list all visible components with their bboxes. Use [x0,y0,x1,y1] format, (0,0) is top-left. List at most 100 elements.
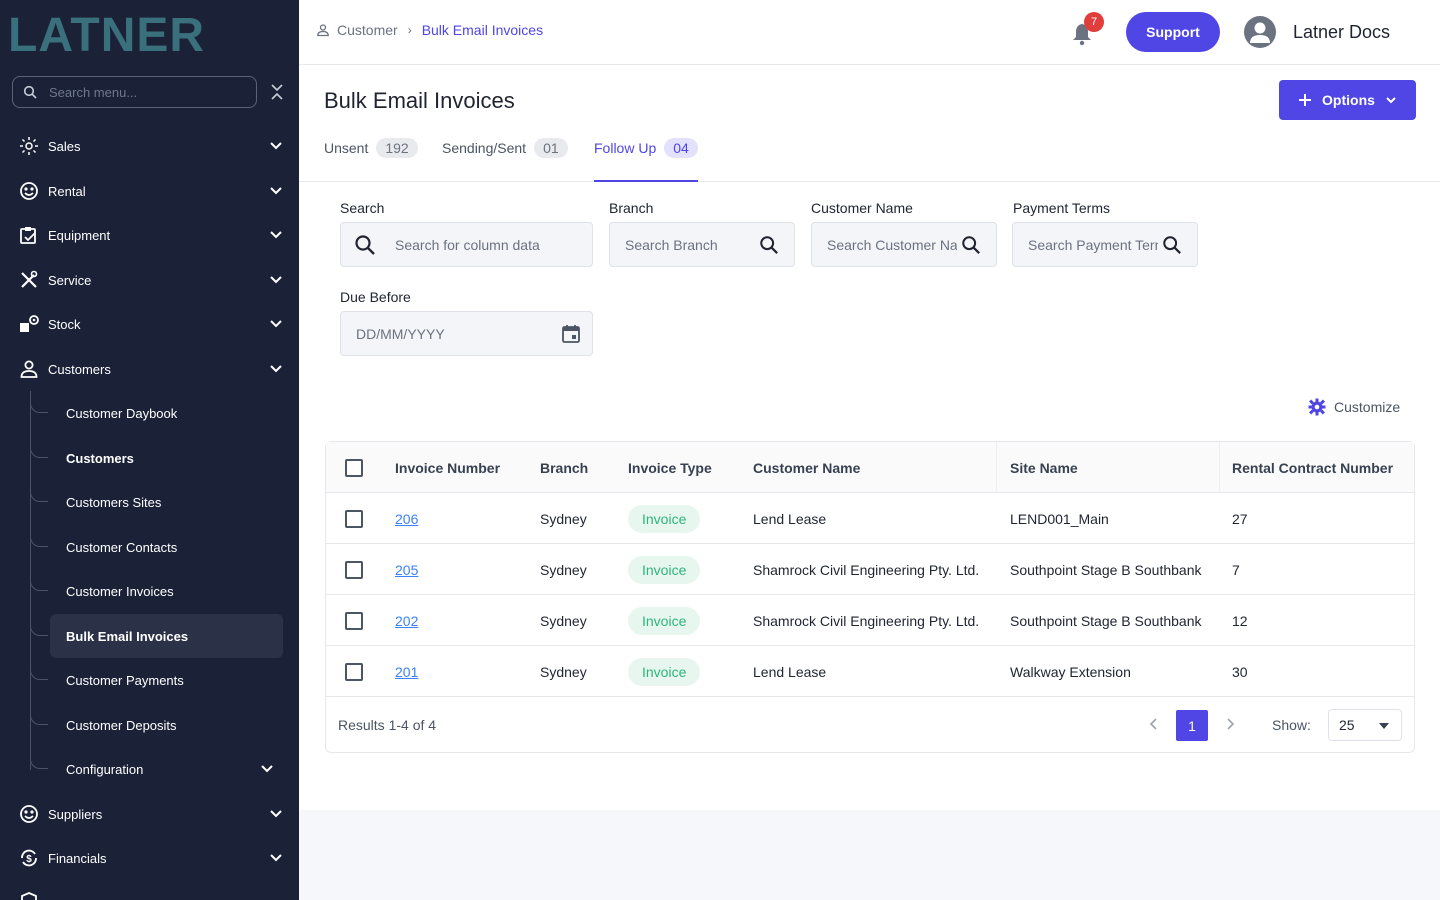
stock-icon [18,313,40,335]
suppliers-icon [18,803,40,825]
sidebar-subitem-label: Configuration [66,761,144,777]
branch-cell: Sydney [540,663,587,680]
tree-connector [30,569,48,591]
calendar-icon[interactable] [561,324,581,344]
menu-search-box[interactable] [12,76,257,108]
gear-icon [1308,398,1326,416]
due-before-label: Due Before [340,289,411,305]
payment-terms-input[interactable] [1028,236,1158,253]
site-name-cell: Southpoint Stage B Southbank [1010,612,1202,629]
sidebar-item-service[interactable]: Service [18,267,288,293]
search-field[interactable] [340,222,593,267]
invoice-type-badge: Invoice [628,555,701,584]
sidebar-subitem-customers[interactable]: Customers [30,436,283,480]
row-checkbox[interactable] [345,662,363,681]
sidebar-subitem-label: Customers [66,450,134,466]
sidebar-item-financials[interactable]: $ Financials [18,845,288,871]
sidebar-item-label: Stock [48,316,81,332]
breadcrumb-customer[interactable]: Customer [337,22,398,38]
sidebar-item-partial[interactable] [18,888,288,900]
sidebar-subitem-label: Customer Payments [66,672,184,688]
sidebar-item-rental[interactable]: Rental [18,178,288,204]
page-size-value: 25 [1339,717,1355,733]
options-label: Options [1322,92,1375,108]
chevron-down-icon [270,810,282,818]
menu-search-input[interactable] [49,84,239,100]
top-bar: Customer › Bulk Email Invoices 7 Support… [299,0,1440,65]
tab-follow-up[interactable]: Follow Up 04 [594,138,698,182]
page-size-select[interactable]: 25 [1328,709,1402,741]
sidebar-item-customers[interactable]: Customers [18,356,288,382]
invoice-table: Invoice Number Branch Invoice Type Custo… [325,441,1415,753]
customer-name-cell: Lend Lease [753,510,827,527]
row-checkbox[interactable] [345,611,363,630]
sidebar-subitem-bulk-email-invoices[interactable]: Bulk Email Invoices [30,614,283,658]
row-checkbox[interactable] [345,560,363,579]
search-icon[interactable] [759,235,779,255]
sidebar-item-sales[interactable]: Sales [18,133,288,159]
sidebar-subitem-customer-daybook[interactable]: Customer Daybook [30,391,283,435]
column-header[interactable]: Site Name [1010,442,1078,493]
tree-connector [30,658,48,680]
payment-terms-field[interactable] [1012,222,1198,267]
column-header[interactable]: Invoice Type [628,442,712,493]
customer-name-field[interactable] [811,222,997,267]
sidebar-subitem-customer-deposits[interactable]: Customer Deposits [30,703,283,747]
support-button[interactable]: Support [1126,12,1220,52]
column-header[interactable]: Invoice Number [395,442,500,493]
sidebar-subitem-customer-invoices[interactable]: Customer Invoices [30,569,283,613]
sidebar-item-label: Financials [48,850,107,866]
sidebar-item-suppliers[interactable]: Suppliers [18,801,288,827]
search-icon[interactable] [961,235,981,255]
tab-label: Unsent [324,140,369,156]
tab-sending-sent[interactable]: Sending/Sent 01 [442,138,568,182]
column-header[interactable]: Branch [540,442,588,493]
page-button-current[interactable]: 1 [1176,710,1208,741]
customer-name-input[interactable] [827,236,957,253]
options-button[interactable]: Options [1279,80,1416,120]
branch-field[interactable] [609,222,795,267]
tab-unsent[interactable]: Unsent 192 [324,138,418,182]
row-checkbox[interactable] [345,509,363,528]
avatar[interactable] [1244,16,1276,48]
search-icon[interactable] [1162,235,1182,255]
tree-connector [30,436,48,458]
invoice-number-link[interactable]: 206 [395,511,418,527]
table-row[interactable]: 201 Sydney Invoice Lend Lease Walkway Ex… [326,646,1414,697]
brand-logo: LATNER [8,12,204,54]
table-row[interactable]: 202 Sydney Invoice Shamrock Civil Engine… [326,595,1414,646]
user-name[interactable]: Latner Docs [1293,22,1390,43]
row-select-cell [345,646,363,697]
sidebar-subitem-customer-contacts[interactable]: Customer Contacts [30,525,283,569]
invoice-number-link[interactable]: 201 [395,664,418,680]
chevron-left-icon[interactable] [1146,716,1162,732]
table-row[interactable]: 205 Sydney Invoice Shamrock Civil Engine… [326,544,1414,595]
collapse-icon[interactable] [268,82,286,102]
sidebar-item-label: Customers [48,361,111,377]
customize-button[interactable]: Customize [1308,398,1400,416]
invoice-number-link[interactable]: 202 [395,613,418,629]
sidebar-subitem-customer-payments[interactable]: Customer Payments [30,658,283,702]
sidebar-item-label: Suppliers [48,806,103,822]
select-all-checkbox[interactable] [345,458,363,477]
due-before-field[interactable] [340,311,593,356]
payment-terms-label: Payment Terms [1013,200,1110,216]
sidebar-subitem-configuration[interactable]: Configuration [30,747,283,791]
column-header[interactable]: Rental Contract Number [1232,442,1393,493]
tree-connector [30,525,48,547]
sidebar-item-equipment[interactable]: Equipment [18,222,288,248]
table-row[interactable]: 206 Sydney Invoice Lend Lease LEND001_Ma… [326,493,1414,544]
chevron-right-icon[interactable] [1222,716,1238,732]
search-input[interactable] [395,236,585,253]
sidebar-item-stock[interactable]: Stock [18,311,288,337]
branch-cell: Sydney [540,612,587,629]
due-before-input[interactable] [356,325,551,342]
sidebar-subitem-customers-sites[interactable]: Customers Sites [30,480,283,524]
invoice-number-link[interactable]: 205 [395,562,418,578]
column-header[interactable]: Customer Name [753,442,860,493]
branch-input[interactable] [625,236,755,253]
chevron-down-icon [270,854,282,862]
breadcrumb-current[interactable]: Bulk Email Invoices [422,22,543,38]
tab-bar: Unsent 192 Sending/Sent 01 Follow Up 04 [299,130,1440,182]
plus-icon [1299,94,1312,106]
